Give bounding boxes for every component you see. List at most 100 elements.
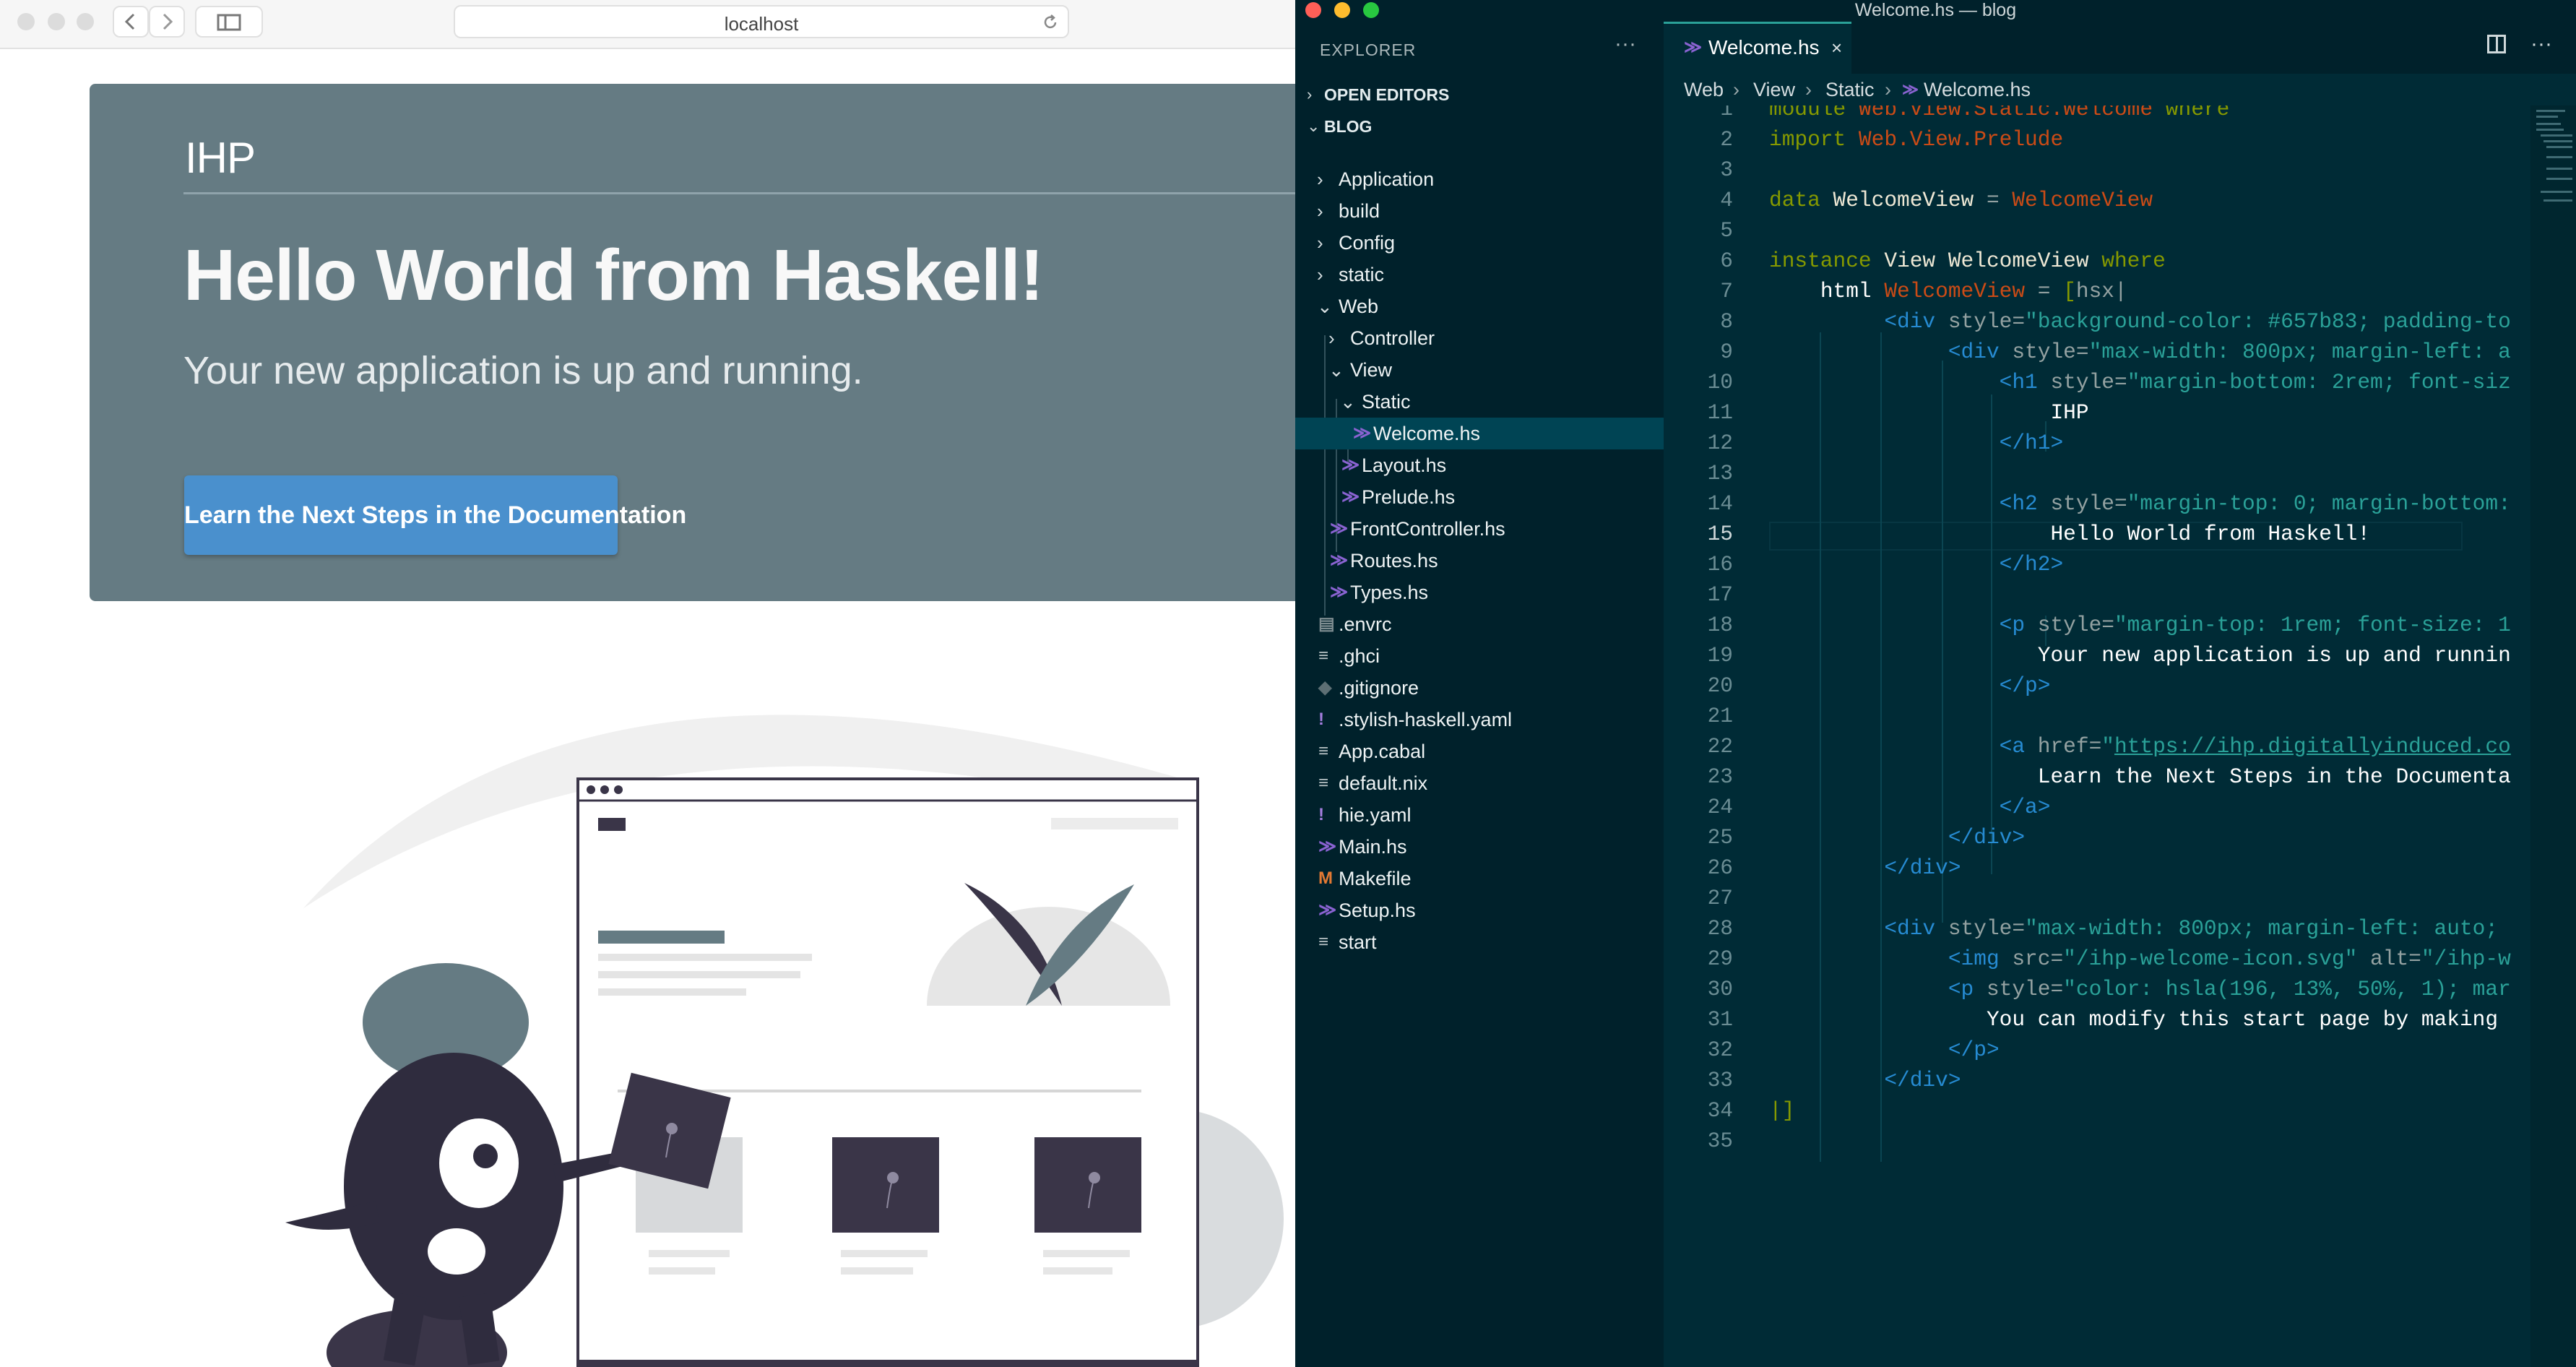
code-line: <a href="https://ihp.digitallyinduced.co	[1769, 734, 2511, 759]
code-token: import	[1769, 127, 1846, 152]
tree-item[interactable]: › build	[1295, 195, 1664, 227]
line-number: 6	[1720, 249, 1733, 273]
code-token: where	[2101, 249, 2166, 273]
tree-item[interactable]: › Config	[1295, 227, 1664, 259]
tree-item[interactable]: ◆ .gitignore	[1295, 672, 1664, 704]
line-number: 7	[1720, 279, 1733, 303]
tree-item[interactable]: ! hie.yaml	[1295, 799, 1664, 831]
vscode-window: Welcome.hs — blog EXPLORER ··· › OPEN ED…	[1295, 0, 2576, 1367]
code-token: "max-width: 800px; margin-left: auto;	[2025, 916, 2499, 941]
line-number: 27	[1707, 886, 1733, 910]
tree-item[interactable]: ≫ Setup.hs	[1295, 894, 1664, 926]
git-file-icon: ◆	[1318, 678, 1332, 697]
close-tab-icon[interactable]: ×	[1831, 24, 1842, 72]
line-number: 12	[1707, 431, 1733, 455]
code-line: module Web.View.Static.Welcome where	[1769, 105, 2229, 121]
tree-item-label: hie.yaml	[1339, 804, 1412, 826]
code-token: </p>	[1999, 673, 2051, 698]
code-token: "color: hsla(196, 13%, 50%, 1); mar	[2063, 977, 2511, 1001]
breadcrumb-file[interactable]: Welcome.hs	[1924, 74, 2031, 105]
split-editor-icon[interactable]	[2487, 35, 2506, 53]
tree-item-label: Layout.hs	[1362, 454, 1447, 476]
breadcrumb-web[interactable]: Web	[1684, 74, 1724, 105]
code-token: <div	[1884, 916, 1936, 941]
tree-item-label: Config	[1339, 232, 1396, 254]
code-editor[interactable]: 1 module Web.View.Static.Welcome where 2 im…	[1664, 105, 2530, 1367]
code-token: </a>	[1999, 795, 2051, 819]
tab-welcome-hs[interactable]: ≫ Welcome.hs ×	[1664, 22, 1851, 74]
tree-item[interactable]: ≫ Main.hs	[1295, 831, 1664, 863]
tree-item-label: .stylish-haskell.yaml	[1339, 709, 1513, 730]
tree-item[interactable]: ≡ .ghci	[1295, 640, 1664, 672]
tree-item[interactable]: ≡ default.nix	[1295, 767, 1664, 799]
minimap[interactable]	[2530, 105, 2576, 1367]
tree-item[interactable]: ≫ Layout.hs	[1295, 449, 1664, 481]
code-token: style=	[1974, 977, 2064, 1001]
tree-item[interactable]: ▤ .envrc	[1295, 608, 1664, 640]
open-editors-section[interactable]: › OPEN EDITORS	[1295, 79, 1664, 110]
close-window-button[interactable]	[17, 13, 35, 30]
tree-item-label: Controller	[1350, 327, 1435, 349]
code-line: <p style="color: hsla(196, 13%, 50%, 1);…	[1769, 977, 2511, 1001]
code-token: data	[1769, 188, 1820, 212]
code-line: Learn the Next Steps in the Documenta	[1769, 764, 2511, 789]
tree-item[interactable]: ≫ FrontController.hs	[1295, 513, 1664, 545]
code-line: You can modify this start page by making	[1769, 1007, 2498, 1032]
code-token: "/ihp-w	[2421, 946, 2511, 971]
tree-item[interactable]: ≫ Routes.hs	[1295, 545, 1664, 577]
editor-tab-bar: ≫ Welcome.hs × ···	[1664, 22, 2576, 74]
address-bar[interactable]: localhost	[454, 5, 1069, 38]
tree-item[interactable]: ≡ start	[1295, 926, 1664, 958]
code-token: alt=	[2357, 946, 2421, 971]
tree-item[interactable]: › Controller	[1295, 322, 1664, 354]
code-token: src=	[1999, 946, 2064, 971]
code-token: =	[1974, 188, 2013, 212]
line-number: 34	[1707, 1098, 1733, 1123]
tree-item[interactable]: › static	[1295, 259, 1664, 290]
more-actions-icon[interactable]: ···	[1615, 32, 1636, 56]
tree-item[interactable]: ⌄ Static	[1295, 386, 1664, 418]
breadcrumb-separator-icon: ›	[1885, 79, 1891, 100]
tree-item[interactable]: ! .stylish-haskell.yaml	[1295, 704, 1664, 736]
tree-item[interactable]: ≡ App.cabal	[1295, 736, 1664, 767]
tree-item[interactable]: ⌄ View	[1295, 354, 1664, 386]
chevron-right-icon: ›	[1328, 327, 1335, 349]
code-token: style=	[2037, 370, 2127, 394]
breadcrumb-static[interactable]: Static	[1825, 74, 1875, 105]
blog-folder-section[interactable]: ⌄ BLOG	[1295, 111, 1664, 142]
line-number: 11	[1707, 400, 1733, 425]
code-token: "	[2101, 734, 2114, 759]
code-token: "margin-top: 0; margin-bottom:	[2127, 491, 2511, 516]
tree-item[interactable]: ⌄ Web	[1295, 290, 1664, 322]
hero-subtitle: Your new application is up and running.	[183, 349, 863, 392]
reload-icon[interactable]	[1040, 12, 1060, 33]
back-button[interactable]	[113, 6, 149, 38]
zoom-window-button[interactable]	[77, 13, 94, 30]
tree-item-label: Static	[1362, 391, 1411, 413]
code-token: <h1	[1999, 370, 2038, 394]
tree-item[interactable]: › Application	[1295, 163, 1664, 195]
code-token: html	[1820, 279, 1872, 303]
sidebar-toggle-button[interactable]	[195, 6, 263, 38]
code-token: Learn the Next Steps in the Documenta	[2037, 764, 2511, 789]
tree-item-label: Welcome.hs	[1373, 423, 1481, 444]
forward-button[interactable]	[149, 6, 185, 38]
editor-more-actions-icon[interactable]: ···	[2530, 32, 2552, 56]
tree-item-label: default.nix	[1339, 772, 1428, 794]
tree-item[interactable]: ≫ Welcome.hs	[1295, 418, 1664, 449]
documentation-button[interactable]: Learn the Next Steps in the Documentatio…	[184, 475, 686, 555]
tree-item[interactable]: ≫ Types.hs	[1295, 577, 1664, 608]
line-number: 14	[1707, 491, 1733, 516]
code-token: WelcomeView	[1884, 279, 2026, 303]
tree-item[interactable]: M Makefile	[1295, 863, 1664, 894]
code-line: <div style="max-width: 800px; margin-lef…	[1769, 340, 2511, 364]
tree-item[interactable]: ≫ Prelude.hs	[1295, 481, 1664, 513]
breadcrumb-view[interactable]: View	[1753, 74, 1795, 105]
minimize-window-button[interactable]	[48, 13, 65, 30]
